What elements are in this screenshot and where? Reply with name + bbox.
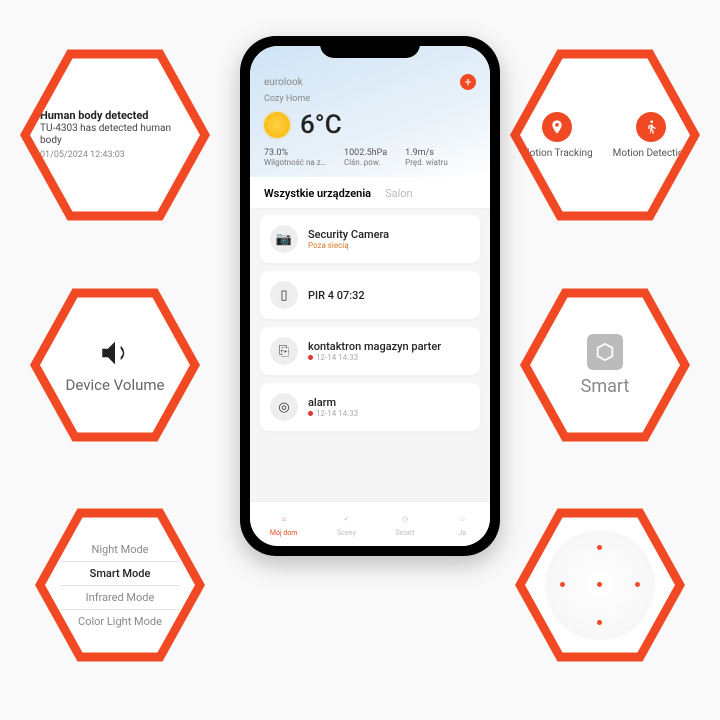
hex-motion: Motion Tracking Motion Detection — [510, 40, 700, 230]
notif-title: Human body detected — [40, 109, 190, 123]
hex-modes: Night ModeSmart ModeInfrared ModeColor L… — [25, 490, 215, 680]
device-name: alarm — [308, 396, 358, 409]
tab-all-devices[interactable]: Wszystkie urządzenia — [264, 187, 371, 200]
mode-option[interactable]: Smart Mode — [60, 562, 180, 586]
nav-ja[interactable]: ☺ Ja — [454, 511, 470, 537]
motion-tracking[interactable]: Motion Tracking — [521, 112, 593, 159]
walk-icon — [636, 112, 666, 142]
nav-smart[interactable]: ◷ Smart — [396, 511, 415, 537]
nav-icon: ✓ — [338, 511, 354, 527]
device-name: PIR 4 07:32 — [308, 289, 365, 302]
nav-label: Mój dom — [270, 529, 298, 537]
phone-notch — [320, 36, 420, 58]
nav-label: Sceny — [337, 529, 356, 537]
cube-icon — [587, 334, 623, 370]
device-row[interactable]: ◎ alarm12-14 14:33 — [260, 383, 480, 431]
device-row[interactable]: 📷 Security CameraPoza siecią — [260, 215, 480, 263]
volume-label: Device Volume — [66, 376, 165, 394]
nav-icon: ◷ — [397, 511, 413, 527]
nav-icon: ⌂ — [276, 511, 292, 527]
phone-screen: eurolook + Cozy Home 6°C 73.0%Wilgotność… — [250, 46, 490, 546]
device-icon: ⎘ — [270, 337, 298, 365]
nav-mój-dom[interactable]: ⌂ Mój dom — [270, 511, 298, 537]
mode-option[interactable]: Infrared Mode — [60, 586, 180, 610]
speaker-icon — [98, 336, 132, 370]
nav-label: Ja — [458, 529, 466, 537]
weather-metric: 73.0%Wilgotność na z… — [264, 148, 326, 167]
device-name: Security Camera — [308, 228, 389, 241]
nav-label: Smart — [396, 529, 415, 537]
hex-smart[interactable]: Smart — [510, 270, 700, 460]
hex-remote[interactable] — [505, 490, 695, 680]
device-icon: ▯ — [270, 281, 298, 309]
device-name: kontaktron magazyn parter — [308, 340, 441, 353]
motion-detection-label: Motion Detection — [613, 148, 689, 159]
device-sub: Poza siecią — [308, 241, 389, 250]
add-button[interactable]: + — [460, 74, 476, 90]
pin-icon — [542, 112, 572, 142]
nav-sceny[interactable]: ✓ Sceny — [337, 511, 356, 537]
nav-icon: ☺ — [454, 511, 470, 527]
motion-detection[interactable]: Motion Detection — [613, 112, 689, 159]
mode-option[interactable]: Night Mode — [60, 538, 180, 562]
temperature: 6°C — [300, 110, 342, 140]
notif-body: TU-4303 has detected human body — [40, 123, 190, 148]
device-row[interactable]: ▯ PIR 4 07:32 — [260, 271, 480, 319]
smart-label: Smart — [581, 376, 630, 397]
weather-metric: 1.9m/sPręd. wiatru — [405, 148, 448, 167]
device-sub: 12-14 14:33 — [308, 353, 441, 362]
notif-time: 01/05/2024 12:43:03 — [40, 150, 190, 161]
remote-pad-icon — [545, 530, 655, 640]
hex-device-volume[interactable]: Device Volume — [20, 270, 210, 460]
device-icon: 📷 — [270, 225, 298, 253]
hex-notification: Human body detected TU-4303 has detected… — [20, 40, 210, 230]
weather-metric: 1002.5hPaCiśn. pow. — [344, 148, 387, 167]
mode-option[interactable]: Color Light Mode — [60, 610, 180, 633]
device-icon: ◎ — [270, 393, 298, 421]
phone-frame: eurolook + Cozy Home 6°C 73.0%Wilgotność… — [240, 36, 500, 556]
tab-salon[interactable]: Salon — [385, 187, 413, 200]
device-row[interactable]: ⎘ kontaktron magazyn parter12-14 14:33 — [260, 327, 480, 375]
home-label[interactable]: Cozy Home — [264, 94, 476, 104]
motion-tracking-label: Motion Tracking — [521, 148, 593, 159]
sun-icon — [264, 112, 290, 138]
brand: eurolook — [264, 77, 303, 88]
device-sub: 12-14 14:33 — [308, 409, 358, 418]
